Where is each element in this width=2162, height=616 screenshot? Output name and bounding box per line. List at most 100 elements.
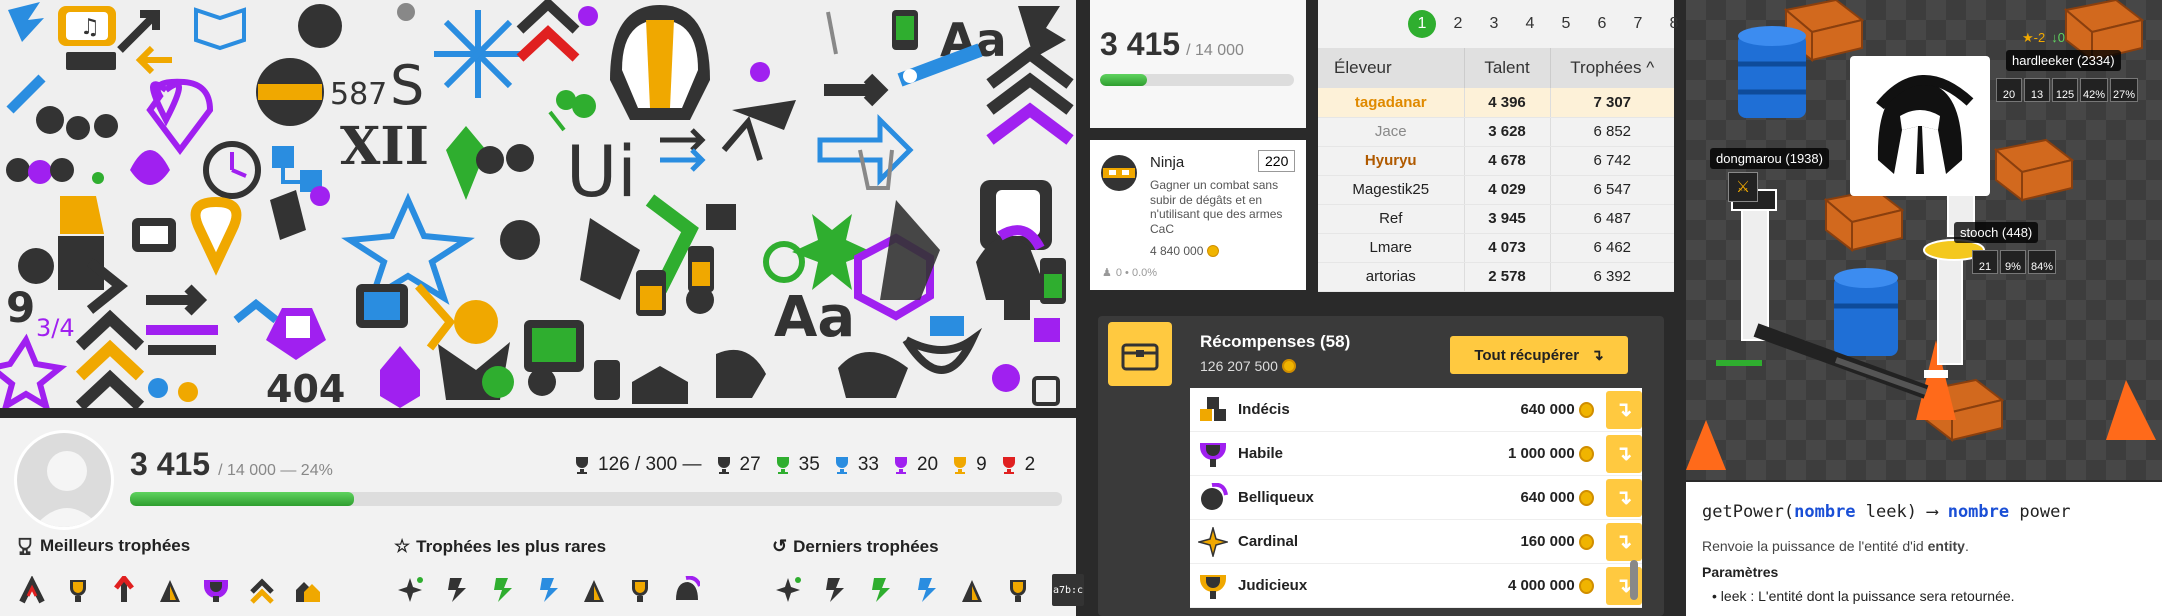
- cup-green-value: 35: [798, 454, 820, 475]
- judicious-trophy-icon: [1200, 574, 1226, 599]
- star-outline-icon: ☆: [394, 536, 411, 556]
- trophy-sparkle-icon[interactable]: [772, 574, 804, 606]
- bullet-icon: •: [1712, 588, 1717, 604]
- summary-progress-fill: [1100, 74, 1147, 86]
- trophy-detail-card[interactable]: Ninja 220 Gagner un combat sans subir de…: [1090, 140, 1306, 290]
- col-talent[interactable]: Talent: [1464, 48, 1551, 88]
- bellicose-trophy-icon: [1201, 482, 1228, 510]
- ranking-row[interactable]: Magestik25 4 029 6 547: [1318, 175, 1674, 205]
- breeder-name[interactable]: Ref: [1318, 204, 1465, 234]
- page-7[interactable]: 7: [1624, 10, 1652, 38]
- params-title: Paramètres: [1702, 564, 1779, 580]
- cup-green: 35: [773, 454, 820, 476]
- trophy-lightning-icon[interactable]: [818, 574, 850, 606]
- leek-tag-hardleeker[interactable]: hardleeker (2334): [2006, 50, 2121, 71]
- ranking-row[interactable]: Lmare 4 073 6 462: [1318, 233, 1674, 263]
- trophy-lightning-icon[interactable]: [440, 574, 472, 606]
- breeder-name[interactable]: Lmare: [1318, 233, 1465, 263]
- page-4[interactable]: 4: [1516, 10, 1544, 38]
- ranking-row[interactable]: Hyuryu 4 678 6 742: [1318, 146, 1674, 176]
- trophy-sail-icon[interactable]: [956, 574, 988, 606]
- trophy-red-arrow-icon[interactable]: [108, 574, 140, 606]
- trophy-gold-cup-icon[interactable]: [62, 574, 94, 606]
- habs-coin-icon: [1281, 359, 1296, 373]
- trophy-chevron-up-icon[interactable]: [246, 574, 278, 606]
- trophy-sail-icon[interactable]: [154, 574, 186, 606]
- trophy-helmet-icon[interactable]: [670, 574, 702, 606]
- page-8[interactable]: 8: [1660, 10, 1688, 38]
- page-5[interactable]: 5: [1552, 10, 1580, 38]
- bomb-icon: [298, 4, 342, 48]
- summary-score-total: / 14 000: [1186, 42, 1244, 59]
- breeder-name[interactable]: tagadanar: [1318, 88, 1465, 118]
- trophy-blue-lightning-icon[interactable]: [532, 574, 564, 606]
- collect-all-button[interactable]: Tout récupérer ↴: [1450, 336, 1628, 374]
- ranking-row[interactable]: artorias 2 578 6 392: [1318, 262, 1674, 292]
- hardleeker-level2: ↓0: [2051, 30, 2065, 45]
- collect-reward-button[interactable]: ↴: [1605, 390, 1642, 429]
- rarest-trophies-list: [394, 574, 702, 606]
- breeder-talent: 4 029: [1464, 175, 1551, 205]
- col-trophies[interactable]: Trophées ^: [1550, 48, 1674, 88]
- cup-black-value: 27: [739, 454, 761, 475]
- breeder-trophies: 6 487: [1550, 204, 1674, 234]
- page-6[interactable]: 6: [1588, 10, 1616, 38]
- trophy-title: Ninja: [1150, 154, 1185, 171]
- ranking-row[interactable]: Ref 3 945 6 487: [1318, 204, 1674, 234]
- reward-row: Judicieux 4 000 000 ↴: [1190, 564, 1642, 608]
- gold-trophy-icon: [954, 457, 967, 474]
- effect-chip: 21: [1972, 250, 1998, 274]
- trophy-code-icon[interactable]: a7b:c: [1048, 574, 1088, 606]
- breeder-talent: 3 628: [1464, 117, 1551, 147]
- ranking-table: Éleveur Talent Trophées ^ tagadanar 4 396…: [1318, 48, 1674, 292]
- last-trophies-list: a7b:c: [772, 574, 1088, 606]
- cardinal-trophy-icon: [1198, 526, 1228, 557]
- collect-reward-button[interactable]: ↴: [1605, 478, 1642, 517]
- trophy-purple-cup-icon[interactable]: [200, 574, 232, 606]
- trophy-reward-value: 4 840 000: [1150, 244, 1204, 258]
- trophy-houses-icon[interactable]: [292, 574, 324, 606]
- svg-text:S: S: [390, 54, 424, 117]
- leek-tag-stooch[interactable]: stooch (448): [1954, 222, 2039, 243]
- trophy-blue-lightning-icon[interactable]: [910, 574, 942, 606]
- col-breeder[interactable]: Éleveur: [1318, 48, 1465, 88]
- rarest-trophies-title: ☆ Trophées les plus rares: [394, 536, 606, 557]
- svg-text:♫: ♫: [80, 15, 100, 40]
- undecided-trophy-icon: [1200, 396, 1226, 421]
- trophy-arrow-up-icon[interactable]: [16, 574, 48, 606]
- collect-reward-button[interactable]: ↴: [1605, 434, 1642, 473]
- ranking-row[interactable]: Jace 3 628 6 852: [1318, 117, 1674, 147]
- trophy-gold-cup-icon[interactable]: [1002, 574, 1034, 606]
- leek-tag-dongmarou[interactable]: dongmarou (1938): [1710, 148, 1829, 169]
- page-3[interactable]: 3: [1480, 10, 1508, 38]
- best-trophies-list: [16, 574, 324, 606]
- spartan-helmet-icon: [1876, 75, 1974, 174]
- breeder-talent: 2 578: [1464, 262, 1551, 292]
- breeder-name[interactable]: Hyuryu: [1318, 146, 1465, 176]
- svg-text:Aa: Aa: [774, 285, 855, 350]
- score-value: 3 415: [130, 446, 211, 482]
- page-2[interactable]: 2: [1444, 10, 1472, 38]
- return-name: power: [2009, 502, 2071, 522]
- ranking-row[interactable]: tagadanar 4 396 7 307: [1318, 88, 1674, 118]
- breeder-name[interactable]: artorias: [1318, 262, 1465, 292]
- svg-text:404: 404: [266, 367, 345, 408]
- cup-red-value: 2: [1024, 454, 1036, 475]
- avatar[interactable]: [14, 430, 114, 530]
- collect-reward-button[interactable]: ↴: [1605, 522, 1642, 561]
- reward-row: Cardinal 160 000 ↴: [1190, 520, 1642, 564]
- trophy-gold-cup-icon[interactable]: [624, 574, 656, 606]
- page-1[interactable]: 1: [1408, 10, 1436, 38]
- trophy-sail-icon[interactable]: [578, 574, 610, 606]
- trophy-sparkle-icon[interactable]: [394, 574, 426, 606]
- breeder-name[interactable]: Jace: [1318, 117, 1465, 147]
- rewards-scrollbar[interactable]: [1630, 560, 1638, 600]
- trophy-green-lightning-icon[interactable]: [486, 574, 518, 606]
- rarity-value: 0 • 0.0%: [1115, 266, 1158, 279]
- habs-coin-icon: [1578, 489, 1594, 506]
- trophy-green-lightning-icon[interactable]: [864, 574, 896, 606]
- breeder-talent: 4 396: [1464, 88, 1551, 118]
- trophy-description: Gagner un combat sans subir de dégâts et…: [1150, 178, 1283, 236]
- breeder-name[interactable]: Magestik25: [1318, 175, 1465, 205]
- best-trophies-title: Meilleurs trophées: [16, 536, 190, 556]
